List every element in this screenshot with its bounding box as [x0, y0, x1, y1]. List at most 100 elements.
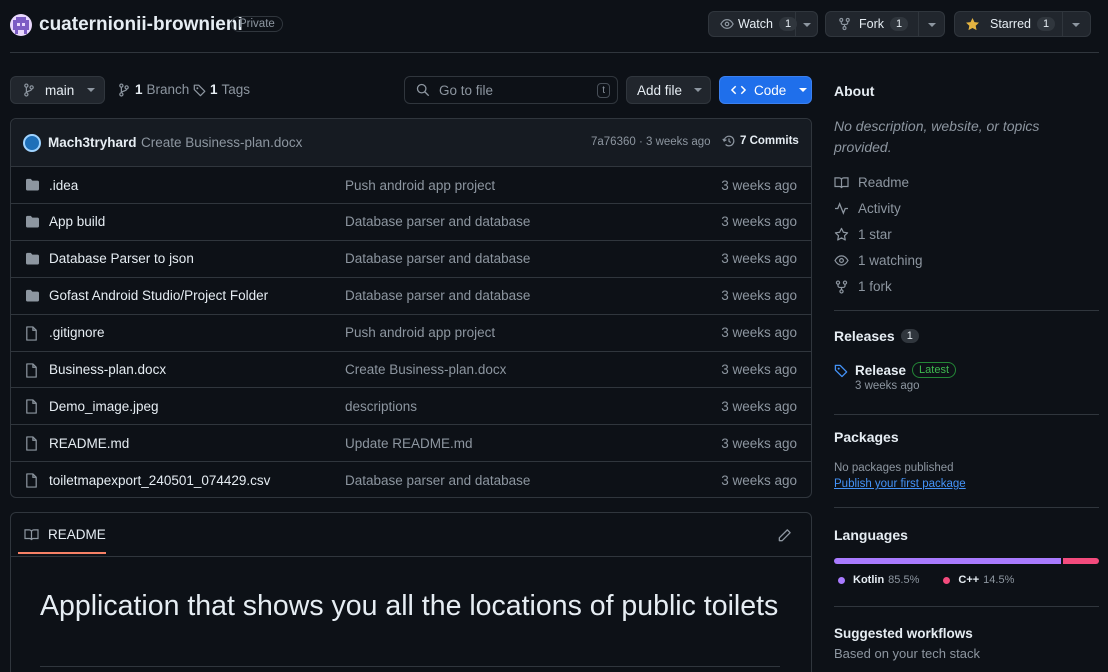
commit-message[interactable]: Create Business-plan.docx: [141, 135, 302, 150]
star-filled-icon: [965, 17, 980, 32]
file-commit-message[interactable]: Database parser and database: [345, 473, 530, 488]
code-button[interactable]: Code: [719, 76, 812, 104]
commits-label: 7 Commits: [740, 135, 799, 147]
tags-link[interactable]: 1 Tags: [193, 82, 250, 97]
releases-count: 1: [900, 329, 919, 343]
file-row[interactable]: App build Database parser and database 3 w…: [11, 202, 811, 240]
book-icon: [834, 176, 858, 189]
file-row[interactable]: Database Parser to json Database parser a…: [11, 239, 811, 277]
latest-badge: Latest: [912, 362, 957, 378]
activity-link[interactable]: Activity: [834, 201, 901, 216]
file-time: 3 weeks ago: [721, 288, 797, 304]
readme-heading: Application that shows you all the locat…: [40, 590, 779, 622]
branch-name: main: [45, 82, 75, 98]
releases-title[interactable]: Releases 1: [834, 328, 919, 344]
file-commit-message[interactable]: Update README.md: [345, 436, 473, 451]
file-row[interactable]: README.md Update README.md 3 weeks ago: [11, 424, 811, 461]
readme-tab[interactable]: README: [18, 527, 106, 554]
folder-icon: [25, 289, 40, 302]
commit-author[interactable]: Mach3tryhard: [48, 135, 137, 150]
file-icon: [25, 436, 38, 451]
readme-link[interactable]: Readme: [834, 175, 909, 190]
folder-icon: [25, 215, 40, 228]
branches-count: 1: [135, 82, 143, 97]
file-commit-message[interactable]: Database parser and database: [345, 251, 530, 266]
commits-link[interactable]: 7 Commits: [722, 134, 799, 148]
forks-link[interactable]: 1 fork: [834, 279, 892, 294]
release-entry[interactable]: Release Latest: [834, 362, 957, 378]
tag-icon: [193, 83, 207, 97]
branch-selector[interactable]: main: [10, 76, 105, 104]
file-time: 3 weeks ago: [721, 177, 797, 193]
chevron-down-icon[interactable]: [927, 21, 937, 29]
file-name[interactable]: Business-plan.docx: [49, 362, 166, 377]
file-commit-message[interactable]: descriptions: [345, 399, 417, 414]
author-avatar[interactable]: [23, 134, 41, 152]
file-name[interactable]: Demo_image.jpeg: [49, 399, 159, 414]
file-row[interactable]: Demo_image.jpeg descriptions 3 weeks ago: [11, 387, 811, 424]
about-description: No description, website, or topics provi…: [834, 118, 1040, 155]
file-time: 3 weeks ago: [721, 398, 797, 414]
file-icon: [25, 473, 38, 488]
file-commit-message[interactable]: Push android app project: [345, 325, 495, 340]
language-percent: 14.5%: [983, 574, 1015, 586]
fork-icon: [838, 17, 851, 31]
star-button[interactable]: Starred 1: [954, 11, 1091, 37]
watching-link[interactable]: 1 watching: [834, 253, 923, 268]
search-placeholder: Go to file: [439, 82, 494, 98]
shortcut-key: t: [597, 83, 610, 98]
file-row[interactable]: Business-plan.docx Create Business-plan.d…: [11, 350, 811, 388]
file-name[interactable]: Database Parser to json: [49, 251, 194, 266]
file-commit-message[interactable]: Database parser and database: [345, 288, 530, 303]
go-to-file-search[interactable]: Go to file t: [404, 76, 618, 104]
repo-name[interactable]: cuaternionii-brownieni: [39, 14, 243, 36]
book-icon: [24, 528, 39, 541]
file-commit-message[interactable]: Database parser and database: [345, 214, 530, 229]
language-legend: Kotlin 85.5% C++ 14.5%: [834, 574, 1034, 586]
chevron-down-icon[interactable]: [1071, 21, 1081, 29]
file-time: 3 weeks ago: [721, 325, 797, 341]
file-name[interactable]: README.md: [49, 436, 129, 451]
file-commit-message[interactable]: Create Business-plan.docx: [345, 362, 506, 377]
language-item[interactable]: C++ 14.5%: [939, 574, 1014, 586]
fork-button[interactable]: Fork 1: [825, 11, 945, 37]
file-row[interactable]: Gofast Android Studio/Project Folder Data…: [11, 276, 811, 314]
watch-button[interactable]: Watch 1: [708, 11, 818, 37]
language-item[interactable]: Kotlin 85.5%: [834, 574, 919, 586]
file-commit-message[interactable]: Push android app project: [345, 178, 495, 193]
file-name[interactable]: .gitignore: [49, 325, 105, 340]
sidebar-divider: [834, 507, 1099, 508]
file-name[interactable]: Gofast Android Studio/Project Folder: [49, 288, 268, 303]
language-bar-segment: [1062, 558, 1099, 564]
releases-title-label: Releases: [834, 328, 895, 344]
file-row[interactable]: toiletmapexport_240501_074429.csv Databas…: [11, 461, 811, 498]
language-percent: 85.5%: [888, 574, 920, 586]
stars-link[interactable]: 1 star: [834, 227, 892, 242]
file-name[interactable]: toiletmapexport_240501_074429.csv: [49, 473, 270, 488]
file-row[interactable]: .gitignore Push android app project 3 week…: [11, 313, 811, 351]
code-label: Code: [754, 82, 787, 98]
file-name[interactable]: App build: [49, 214, 105, 229]
readme-heading-rule: [40, 666, 780, 667]
language-name: C++: [958, 574, 980, 586]
branch-icon: [23, 83, 35, 97]
file-icon: [25, 362, 38, 378]
file-time: 3 weeks ago: [721, 435, 797, 451]
repo-avatar[interactable]: [10, 14, 32, 36]
tags-label: Tags: [221, 82, 251, 97]
release-time: 3 weeks ago: [855, 380, 920, 392]
edit-pencil-icon[interactable]: [777, 528, 792, 543]
file-row[interactable]: .idea Push android app project 3 weeks ago: [11, 166, 811, 203]
chevron-down-icon[interactable]: [802, 21, 812, 29]
publish-package-link[interactable]: Publish your first package: [834, 478, 966, 490]
file-name[interactable]: .idea: [49, 178, 78, 193]
eye-icon: [720, 17, 734, 31]
packages-title[interactable]: Packages: [834, 429, 899, 445]
sidebar-divider: [834, 606, 1099, 607]
branches-link[interactable]: 1 Branch: [118, 82, 189, 97]
star-label: Starred: [990, 17, 1031, 31]
folder-icon: [25, 252, 40, 265]
add-file-button[interactable]: Add file: [626, 76, 711, 104]
commit-hash-time[interactable]: 7a76360 · 3 weeks ago: [591, 136, 711, 148]
add-file-label: Add file: [637, 82, 683, 98]
